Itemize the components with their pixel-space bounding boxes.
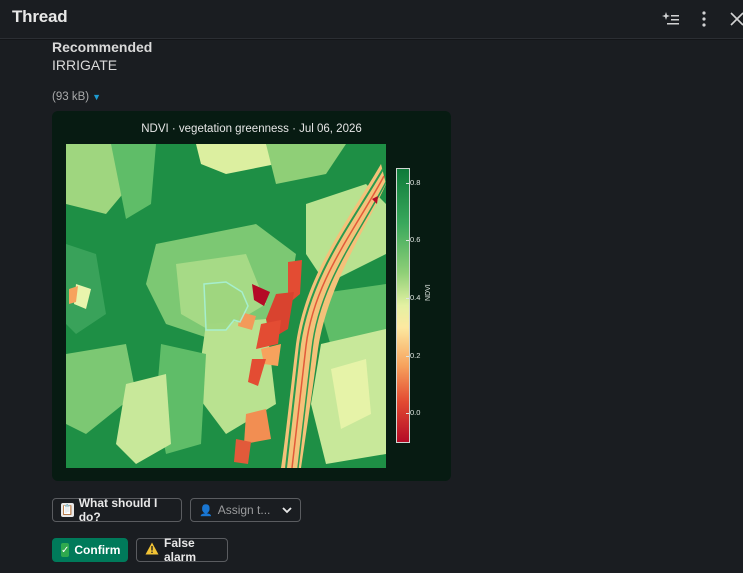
- thread-header: Thread: [0, 0, 743, 39]
- ai-summary-icon[interactable]: [660, 8, 682, 30]
- assign-select[interactable]: 👤 Assign t...: [190, 498, 301, 522]
- check-icon: ✓: [61, 543, 70, 557]
- false-alarm-label: False alarm: [164, 536, 197, 564]
- figure-title: NDVI · vegetation greenness · Jul 06, 20…: [141, 123, 362, 135]
- assign-placeholder: Assign t...: [217, 503, 271, 517]
- confirm-button[interactable]: ✓ Confirm: [52, 538, 128, 562]
- recommendation-label: Recommended: [52, 39, 153, 55]
- colorbar: [396, 168, 410, 443]
- close-icon[interactable]: [726, 8, 743, 30]
- thread-content: Recommended IRRIGATE (93 kB) ▼ NDVI · ve…: [0, 39, 743, 573]
- colorbar-tick-0.6: 0.6: [405, 235, 421, 244]
- file-size-text: (93 kB): [52, 91, 90, 103]
- more-options-icon[interactable]: [693, 8, 715, 30]
- recommendation-value: IRRIGATE: [52, 57, 118, 73]
- colorbar-tick-0.2: 0.2: [405, 351, 421, 360]
- caret-down-icon: ▼: [92, 92, 101, 102]
- colorbar-label: NDVI: [425, 284, 432, 301]
- false-alarm-button[interactable]: False alarm: [136, 536, 228, 564]
- what-should-i-do-button[interactable]: 📋 What should I do?: [52, 496, 182, 524]
- colorbar-tick-0.8: 0.8: [405, 178, 421, 187]
- warning-icon: [145, 542, 159, 558]
- clipboard-icon: 📋: [61, 503, 74, 517]
- what-should-i-do-label: What should I do?: [78, 496, 158, 524]
- confirm-label: Confirm: [74, 543, 121, 557]
- colorbar-tick-0.0: 0.0: [405, 408, 421, 417]
- ndvi-image[interactable]: NDVI · vegetation greenness · Jul 06, 20…: [52, 111, 451, 481]
- page-title: Thread: [12, 7, 68, 26]
- person-icon: 👤: [199, 504, 213, 517]
- chevron-down-icon: [282, 503, 292, 517]
- ndvi-map: [66, 144, 386, 468]
- colorbar-tick-0.4: 0.4: [405, 293, 421, 302]
- file-size-toggle[interactable]: (93 kB) ▼: [52, 91, 101, 103]
